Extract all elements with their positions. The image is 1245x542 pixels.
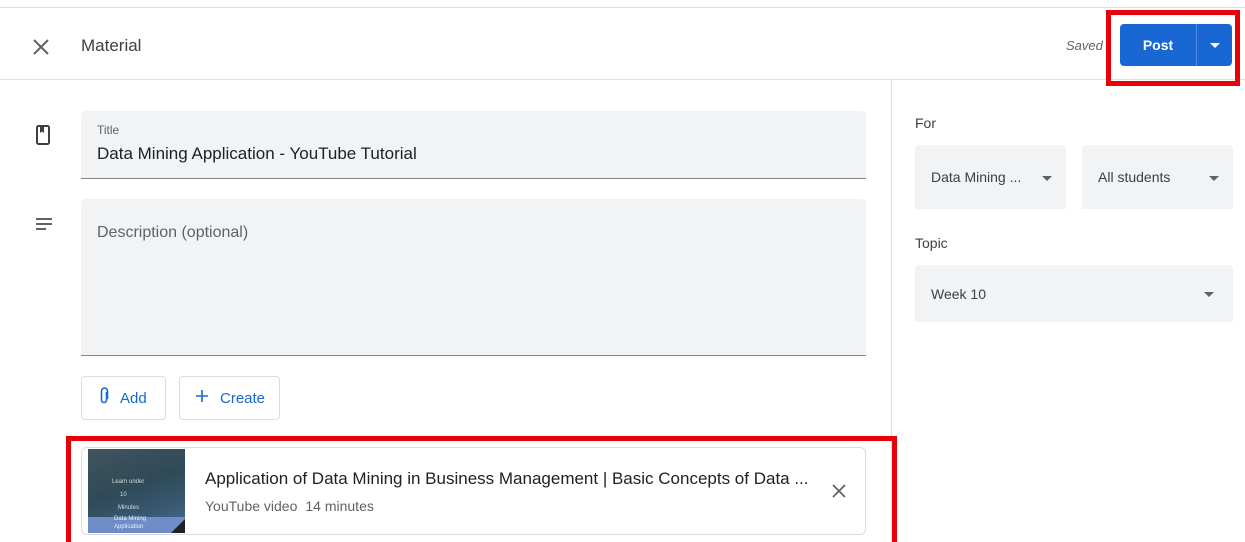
title-value: Data Mining Application - YouTube Tutori… <box>97 144 417 163</box>
dropdown-arrow-icon <box>1204 292 1214 297</box>
create-button[interactable]: Create <box>179 376 280 420</box>
description-field[interactable]: Description (optional) <box>81 199 866 356</box>
saved-status: Saved <box>1066 38 1103 53</box>
topic-select-value: Week 10 <box>931 285 986 302</box>
post-highlight-box <box>1106 10 1240 86</box>
description-placeholder: Description (optional) <box>97 224 249 241</box>
topic-select[interactable]: Week 10 <box>915 265 1233 322</box>
attachment-highlight-box <box>66 436 897 542</box>
students-select[interactable]: All students <box>1082 145 1233 209</box>
plus-icon <box>194 388 210 408</box>
class-select-value: Data Mining ... <box>931 169 1022 185</box>
page-title: Material <box>81 36 142 55</box>
title-label: Title <box>97 123 120 137</box>
for-label: For <box>915 115 936 131</box>
close-icon[interactable] <box>28 34 54 60</box>
topic-label: Topic <box>915 235 948 251</box>
paperclip-icon <box>98 387 110 409</box>
top-divider <box>0 0 1245 8</box>
description-lines-icon <box>33 213 57 237</box>
dropdown-arrow-icon <box>1209 176 1219 181</box>
header: Material Saved Post <box>0 0 1245 86</box>
dropdown-arrow-icon <box>1042 176 1052 181</box>
title-field[interactable]: Title Data Mining Application - YouTube … <box>81 111 866 179</box>
create-label: Create <box>220 389 266 407</box>
add-button[interactable]: Add <box>81 376 166 420</box>
class-select[interactable]: Data Mining ... <box>915 145 1066 209</box>
add-label: Add <box>120 389 147 407</box>
students-select-value: All students <box>1098 169 1171 185</box>
bookmark-icon <box>31 123 55 147</box>
